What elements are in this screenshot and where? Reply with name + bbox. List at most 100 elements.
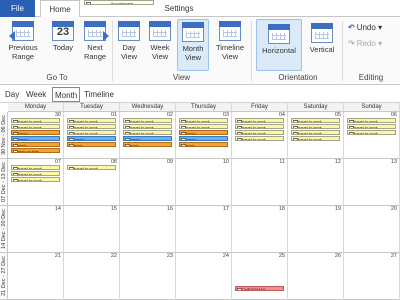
appointment[interactable]: travel to work xyxy=(235,136,284,141)
day-cell[interactable]: 25 CHRISTMAS xyxy=(232,253,288,300)
week-label[interactable]: 14 Dec - 20 Dec xyxy=(0,206,8,253)
next-range-button[interactable]: Next Range xyxy=(80,19,110,61)
previous-range-button[interactable]: Previous Range xyxy=(4,19,42,61)
redo-dropdown-icon[interactable]: ▾ xyxy=(378,39,382,48)
day-cell[interactable]: 22 xyxy=(64,253,120,300)
appointment[interactable]: lunch xyxy=(67,136,116,141)
view-switch-timeline[interactable]: Timeline xyxy=(82,87,116,102)
day-cell[interactable]: 30 travel to work travel to work lunch lunch… xyxy=(8,112,64,159)
day-header: Thursday xyxy=(176,103,232,112)
appointment[interactable]: travel to work xyxy=(123,124,172,129)
day-cell[interactable]: 17 xyxy=(176,206,232,253)
day-cell[interactable]: 12 xyxy=(288,159,344,206)
day-cell[interactable]: 10 xyxy=(176,159,232,206)
appointment[interactable]: travel to work xyxy=(11,165,60,170)
appointment[interactable]: lunch xyxy=(11,130,60,135)
appointment[interactable]: lunch xyxy=(11,136,60,141)
view-switch-week[interactable]: Week xyxy=(24,87,48,102)
tab-appointment[interactable]: Appointment xyxy=(84,0,154,5)
week-label[interactable]: 07 Dec - 13 Dec xyxy=(0,159,8,206)
appointment[interactable]: travel to work xyxy=(67,118,116,123)
appointment[interactable]: travel to work xyxy=(291,130,340,135)
day-cell[interactable]: 20 xyxy=(344,206,400,253)
date-number: 13 xyxy=(390,159,397,165)
appointment[interactable]: travel to work xyxy=(11,171,60,176)
day-cell[interactable]: 23 xyxy=(120,253,176,300)
month-view-button[interactable]: Month View xyxy=(177,19,209,71)
date-number: 18 xyxy=(278,206,285,212)
appointment[interactable]: travel to work xyxy=(235,118,284,123)
appointment[interactable]: travel to work xyxy=(11,124,60,129)
day-cell[interactable]: 26 xyxy=(288,253,344,300)
day-view-button[interactable]: Day View xyxy=(115,19,143,61)
appointment[interactable]: work xyxy=(179,142,228,147)
day-cell[interactable]: 19 xyxy=(288,206,344,253)
horizontal-button[interactable]: Horizontal xyxy=(256,19,302,71)
day-cell[interactable]: 21 xyxy=(8,253,64,300)
week-label[interactable]: 30 Nov - 06 Dec xyxy=(0,112,8,159)
week-view-icon xyxy=(149,21,171,41)
redo-button[interactable]: ↷ Redo ▾ xyxy=(348,39,382,48)
tab-home[interactable]: Home xyxy=(40,0,80,18)
appointment[interactable]: travel to work xyxy=(291,118,340,123)
horizontal-icon xyxy=(268,24,290,44)
appointment[interactable]: travel to work xyxy=(67,130,116,135)
appointment[interactable]: travel to work xyxy=(235,124,284,129)
day-cell[interactable]: 06 travel to work travel to work travel to … xyxy=(344,112,400,159)
appointment[interactable]: work xyxy=(123,142,172,147)
day-cell[interactable]: 05 travel to work travel to work travel to … xyxy=(288,112,344,159)
view-switch-month[interactable]: Month xyxy=(52,87,81,102)
appointment[interactable]: travel to work xyxy=(11,118,60,123)
day-cell[interactable]: 18 xyxy=(232,206,288,253)
appointment[interactable]: travel to work xyxy=(291,136,340,141)
undo-dropdown-icon[interactable]: ▾ xyxy=(378,23,382,32)
day-cell[interactable]: 07 travel to work travel to work travel to … xyxy=(8,159,64,206)
day-cell[interactable]: 11 xyxy=(232,159,288,206)
week-label-text: 07 Dec - 13 Dec xyxy=(0,162,7,202)
appointment[interactable]: lunch xyxy=(123,136,172,141)
day-cell[interactable]: 14 xyxy=(8,206,64,253)
appointment[interactable]: travel to work xyxy=(179,118,228,123)
appointment[interactable]: travel to work xyxy=(347,130,396,135)
appointment[interactable]: travel to work xyxy=(235,130,284,135)
day-cell[interactable]: 01 travel to work travel to work travel to … xyxy=(64,112,120,159)
appointment[interactable]: travel to work xyxy=(123,130,172,135)
tab-file[interactable]: File xyxy=(0,0,35,17)
day-cell[interactable]: 16 xyxy=(120,206,176,253)
appointment[interactable]: travel to work xyxy=(67,124,116,129)
vertical-icon xyxy=(311,23,333,43)
appointment[interactable]: travel to work xyxy=(291,124,340,129)
day-cell[interactable]: 13 xyxy=(344,159,400,206)
timeline-view-button[interactable]: Timeline View xyxy=(212,19,248,61)
day-cell[interactable]: 08 travel to work xyxy=(64,159,120,206)
appointment[interactable]: travel to work xyxy=(123,118,172,123)
previous-range-label: Previous Range xyxy=(8,43,38,61)
appointment[interactable]: travel to work xyxy=(11,177,60,182)
day-cell[interactable]: 04 travel to work travel to work travel to … xyxy=(232,112,288,159)
tab-settings[interactable]: Settings xyxy=(156,0,202,17)
appointment[interactable]: pick up kids xyxy=(11,148,60,153)
day-cell[interactable]: 03 travel to work travel to work lunch lunch… xyxy=(176,112,232,159)
view-switch-day[interactable]: Day xyxy=(3,87,21,102)
appointment[interactable]: work xyxy=(11,142,60,147)
today-button[interactable]: 23 Today xyxy=(48,19,78,52)
appointment[interactable]: travel to work xyxy=(347,124,396,129)
appointment[interactable]: travel to work xyxy=(179,124,228,129)
day-cell[interactable]: 09 xyxy=(120,159,176,206)
date-number: 27 xyxy=(390,253,397,259)
day-cell[interactable]: 24 xyxy=(176,253,232,300)
week-view-button[interactable]: Week View xyxy=(146,19,174,61)
appointment[interactable]: travel to work xyxy=(67,165,116,170)
week-label[interactable]: 21 Dec - 27 Dec xyxy=(0,253,8,300)
ribbon-tab-bar: File Home Appointment Settings xyxy=(0,0,400,18)
day-cell[interactable]: 27 xyxy=(344,253,400,300)
day-cell[interactable]: 02 travel to work travel to work travel to … xyxy=(120,112,176,159)
appointment[interactable]: CHRISTMAS xyxy=(235,286,284,291)
appointment[interactable]: travel to work xyxy=(347,118,396,123)
appointment[interactable]: work xyxy=(67,142,116,147)
undo-button[interactable]: ↶ Undo ▾ xyxy=(348,23,382,32)
vertical-button[interactable]: Vertical xyxy=(305,19,339,54)
appointment[interactable]: lunch xyxy=(179,136,228,141)
day-cell[interactable]: 15 xyxy=(64,206,120,253)
appointment[interactable]: lunch xyxy=(179,130,228,135)
